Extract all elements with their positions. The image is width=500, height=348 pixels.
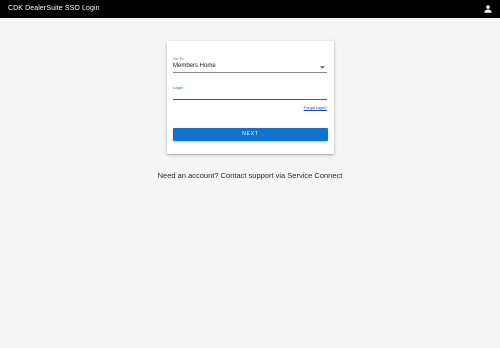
chevron-down-icon — [320, 66, 325, 69]
login-input[interactable] — [173, 90, 327, 100]
forgot-login-link[interactable]: Forgot login? — [304, 105, 327, 110]
person-icon[interactable] — [483, 4, 493, 14]
login-card: Go To Members Home Login Forgot login? N… — [167, 41, 334, 154]
goto-selected-value: Members Home — [173, 63, 216, 69]
support-message: Need an account? Contact support via Ser… — [157, 171, 343, 180]
app-title: CDK DealerSuite SSO Login — [8, 5, 100, 12]
goto-select[interactable]: Members Home — [173, 61, 327, 73]
next-button[interactable]: NEXT — [173, 128, 328, 141]
top-app-bar: CDK DealerSuite SSO Login — [0, 0, 500, 18]
